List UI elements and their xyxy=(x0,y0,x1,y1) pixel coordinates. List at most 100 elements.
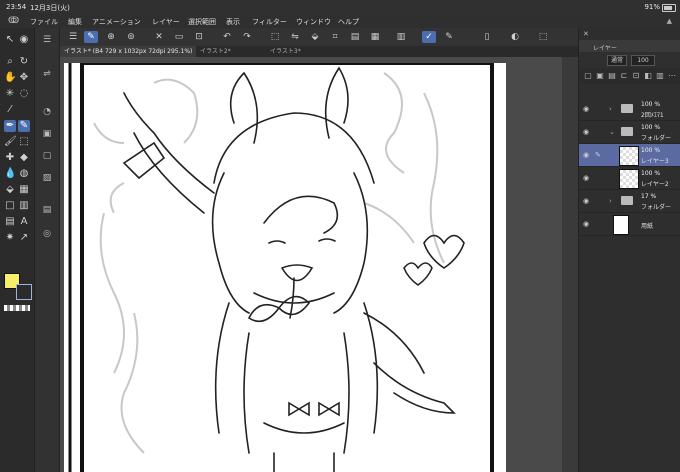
opacity-field[interactable]: 100 xyxy=(631,55,655,66)
layer-row[interactable]: ◉ › 100 % 2回ﾒｴﾏ1 xyxy=(579,98,680,121)
pencil-icon[interactable]: ✎ xyxy=(18,120,30,132)
canvas-scrollbar[interactable] xyxy=(562,57,578,472)
hand-icon[interactable]: ✋ xyxy=(4,72,16,84)
background-color-swatch[interactable] xyxy=(16,284,32,300)
pen-pressure-icon[interactable]: ✓ xyxy=(422,31,436,43)
brush-icon[interactable]: 🖌 xyxy=(4,136,17,148)
collapse-icon[interactable]: ⌄ xyxy=(609,128,615,136)
visibility-icon[interactable]: ◉ xyxy=(583,151,591,159)
bucket-icon[interactable]: ⬙ xyxy=(4,184,16,196)
menu-selection[interactable]: 選択範囲 xyxy=(188,17,216,27)
figure-icon[interactable]: ↗ xyxy=(18,232,30,244)
layer-row[interactable]: ◉ ⌄ 100 % フォルダー xyxy=(579,121,680,144)
expand-icon[interactable]: › xyxy=(609,105,612,113)
new-raster-layer-icon[interactable]: ▢ xyxy=(583,71,593,81)
stabilize-icon[interactable]: ▥ xyxy=(394,31,408,43)
eraser-icon[interactable]: ◆ xyxy=(18,152,30,164)
lasso-icon[interactable]: ◌ xyxy=(18,88,30,100)
fill-icon[interactable]: 💧 xyxy=(4,168,16,180)
panel-icon[interactable]: ▢ xyxy=(41,150,53,162)
brush-size-icon[interactable]: ◉ xyxy=(18,34,30,46)
tab-illust-2[interactable]: イラスト2* xyxy=(196,46,235,57)
blend-mode-select[interactable]: 通常 xyxy=(607,55,627,66)
crop-icon[interactable]: ⌗ xyxy=(328,31,342,43)
droplet-icon[interactable]: ◔ xyxy=(41,106,53,118)
layer-name: レイヤー3 xyxy=(641,158,669,165)
layer-row[interactable]: ◉ 100 % レイヤー2 xyxy=(579,167,680,190)
web-icon[interactable]: ⊚ xyxy=(124,31,138,43)
clip-icon[interactable]: ⊏ xyxy=(619,71,629,81)
mask-icon[interactable]: ◧ xyxy=(643,71,653,81)
reference-icon[interactable]: ▤ xyxy=(41,204,53,216)
quick-access-icon[interactable]: ◐ xyxy=(508,31,522,43)
new-vector-layer-icon[interactable]: ▣ xyxy=(595,71,605,81)
flip-icon[interactable]: ⇋ xyxy=(288,31,302,43)
grid-icon[interactable]: ▦ xyxy=(368,31,382,43)
menu-edit[interactable]: 編集 xyxy=(68,17,82,27)
menu-filter[interactable]: フィルター xyxy=(252,17,287,27)
close-panel-icon[interactable]: ✕ xyxy=(583,30,589,38)
menu-layer[interactable]: レイヤー xyxy=(152,17,180,27)
visibility-icon[interactable]: ◉ xyxy=(583,105,591,113)
drawing-canvas[interactable] xyxy=(64,61,506,472)
visibility-icon[interactable]: ◉ xyxy=(583,220,591,228)
clear-icon[interactable]: ✕ xyxy=(152,31,166,43)
export-icon[interactable]: ⬚ xyxy=(536,31,550,43)
airbrush-icon[interactable]: ⬚ xyxy=(18,136,30,148)
layer-row[interactable]: ◉ 用紙 xyxy=(579,213,680,236)
new-folder-icon[interactable]: ▤ xyxy=(607,71,617,81)
shape-icon[interactable]: □ xyxy=(4,200,16,212)
pen-icon[interactable]: ✒ xyxy=(4,120,16,132)
more-icon[interactable]: ⋯ xyxy=(667,71,677,81)
lock-icon[interactable]: ⊡ xyxy=(631,71,641,81)
menu-file[interactable]: ファイル xyxy=(30,17,58,27)
cursor-icon[interactable]: ↖ xyxy=(4,34,16,46)
select-area-icon[interactable]: ⬚ xyxy=(268,31,282,43)
text-icon[interactable]: A xyxy=(18,216,30,228)
layer-row-selected[interactable]: ◉ ✎ 100 % レイヤー3 xyxy=(579,144,680,167)
tab-illust-1[interactable]: イラスト* (B4 729 x 1032px 72dpi 295.1%) xyxy=(60,46,197,57)
visibility-icon[interactable]: ◉ xyxy=(583,174,591,182)
menu-window[interactable]: ウィンドウ xyxy=(296,17,331,27)
hamburger-icon[interactable]: ☰ xyxy=(66,31,80,43)
fill-panel-icon[interactable]: ▨ xyxy=(41,172,53,184)
blend-icon[interactable]: ✚ xyxy=(4,152,16,164)
decoration-icon[interactable]: ◍ xyxy=(18,168,30,180)
rotate-icon[interactable]: ↻ xyxy=(18,56,30,68)
expand-icon[interactable]: › xyxy=(609,197,612,205)
fit-icon[interactable]: ▭ xyxy=(172,31,186,43)
zoom-icon[interactable]: ⌕ xyxy=(4,56,16,68)
adjust-icon[interactable]: ⇌ xyxy=(41,68,53,80)
menu-icon[interactable]: ☰ xyxy=(41,34,53,46)
eyedropper-icon[interactable]: ⁄ xyxy=(4,104,16,116)
layer-row[interactable]: ◉ › 17 % フォルダー xyxy=(579,190,680,213)
brush-setting-icon[interactable]: ✎ xyxy=(442,31,456,43)
ruler-icon[interactable]: ▤ xyxy=(4,216,16,228)
move-icon[interactable]: ✥ xyxy=(18,72,30,84)
gradient-icon[interactable]: ▦ xyxy=(18,184,30,196)
correction-icon[interactable]: ✷ xyxy=(4,232,16,244)
app-logo-icon[interactable]: ↂ xyxy=(8,16,20,26)
expand-arrow-icon[interactable]: ▲ xyxy=(667,17,672,25)
search-panel-icon[interactable]: ◎ xyxy=(41,228,53,240)
frame-icon[interactable]: ▥ xyxy=(18,200,30,212)
menu-view[interactable]: 表示 xyxy=(226,17,240,27)
device-icon[interactable]: ▯ xyxy=(480,31,494,43)
layers-icon[interactable]: ▣ xyxy=(41,128,53,140)
transparent-color-swatch[interactable] xyxy=(4,305,30,311)
pen-mode-icon[interactable]: ✎ xyxy=(84,31,98,43)
snap-icon[interactable]: ⊕ xyxy=(104,31,118,43)
canvas-area[interactable] xyxy=(60,57,578,472)
delete-layer-icon[interactable]: ▥ xyxy=(655,71,665,81)
undo-icon[interactable]: ↶ xyxy=(220,31,234,43)
menu-help[interactable]: ヘルプ xyxy=(338,17,359,27)
visibility-icon[interactable]: ◉ xyxy=(583,128,591,136)
magic-wand-icon[interactable]: ✳ xyxy=(4,88,16,100)
ruler-toggle-icon[interactable]: ▤ xyxy=(348,31,362,43)
fill-bucket-icon[interactable]: ⬙ xyxy=(308,31,322,43)
transform-icon[interactable]: ⊡ xyxy=(192,31,206,43)
redo-icon[interactable]: ↷ xyxy=(240,31,254,43)
visibility-icon[interactable]: ◉ xyxy=(583,197,591,205)
tab-illust-3[interactable]: イラスト3* xyxy=(266,46,305,57)
menu-animation[interactable]: アニメーション xyxy=(92,17,141,27)
